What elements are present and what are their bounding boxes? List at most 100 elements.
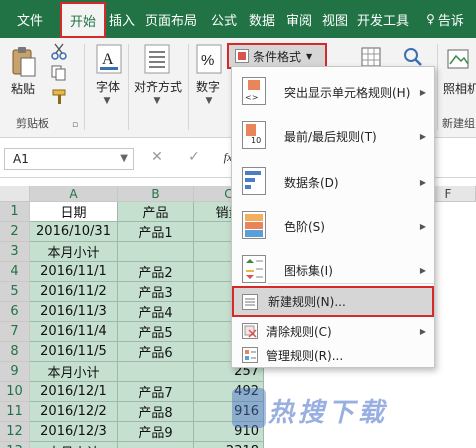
tab-file[interactable]: 文件: [0, 0, 60, 38]
menu-item-highlight-cells-rules[interactable]: <> 突出显示单元格规则(H) ▶: [232, 71, 434, 113]
cell-b[interactable]: 产品4: [118, 302, 194, 322]
cell-a[interactable]: 2016/11/4: [30, 322, 118, 342]
color-scales-icon: [242, 211, 266, 239]
tab-view[interactable]: 视图: [318, 0, 352, 38]
cell-a[interactable]: 本月小计: [30, 442, 118, 448]
cancel-icon[interactable]: ✕: [150, 149, 164, 165]
cell-a[interactable]: 本月小计: [30, 362, 118, 382]
name-box[interactable]: A1 ▼: [4, 148, 134, 170]
row-header[interactable]: 9: [0, 362, 30, 382]
row-header[interactable]: 4: [0, 262, 30, 282]
name-box-value: A1: [13, 152, 29, 166]
cell-b[interactable]: 产品9: [118, 422, 194, 442]
row-header[interactable]: 8: [0, 342, 30, 362]
font-icon[interactable]: A: [96, 44, 122, 74]
group-separator: [188, 44, 189, 130]
tab-data[interactable]: 数据: [244, 0, 280, 38]
cell-a[interactable]: 2016/11/1: [30, 262, 118, 282]
chevron-down-icon: ▼: [306, 51, 313, 61]
menu-item-new-rule[interactable]: 新建规则(N)...: [232, 286, 434, 317]
menu-item-label: 突出显示单元格规则(H): [284, 85, 411, 100]
menu-item-top-bottom-rules[interactable]: 10 最前/最后规则(T) ▶: [232, 115, 434, 157]
cell-a[interactable]: 2016/11/2: [30, 282, 118, 302]
row-header[interactable]: 7: [0, 322, 30, 342]
row-header[interactable]: 12: [0, 422, 30, 442]
cell-a[interactable]: 日期: [30, 202, 118, 222]
rank-number-glyph: 10: [251, 136, 262, 145]
submenu-arrow-icon: ▶: [419, 177, 426, 187]
cell-b[interactable]: [118, 442, 194, 448]
menu-item-icon-sets[interactable]: 图标集(I) ▶: [232, 249, 434, 291]
submenu-arrow-icon: ▶: [419, 131, 426, 141]
submenu-arrow-icon: ▶: [419, 87, 426, 97]
row-header[interactable]: 5: [0, 282, 30, 302]
menu-item-label: 新建规则(N)...: [268, 295, 346, 309]
chevron-down-icon[interactable]: ▼: [203, 96, 215, 106]
copy-icon[interactable]: [50, 64, 68, 82]
select-all-corner[interactable]: [0, 186, 30, 202]
tab-formulas[interactable]: 公式: [204, 0, 244, 38]
tab-tell-me[interactable]: ♀ 告诉: [414, 0, 476, 38]
svg-text:%: %: [201, 52, 214, 69]
menu-item-label: 清除规则(C): [266, 324, 332, 339]
row-header[interactable]: 10: [0, 382, 30, 402]
cut-icon[interactable]: [50, 42, 68, 60]
chevron-down-icon[interactable]: ▼: [120, 149, 128, 169]
cells-icon[interactable]: [360, 46, 382, 68]
cell-b[interactable]: 产品7: [118, 382, 194, 402]
cell-a[interactable]: 2016/12/1: [30, 382, 118, 402]
cell-b[interactable]: 产品: [118, 202, 194, 222]
tab-page-layout[interactable]: 页面布局: [138, 0, 204, 38]
tab-developer[interactable]: 开发工具: [352, 0, 414, 38]
column-header-b[interactable]: B: [118, 186, 194, 202]
camera-icon[interactable]: [446, 46, 470, 72]
cell-b[interactable]: 产品8: [118, 402, 194, 422]
cell-b[interactable]: [118, 362, 194, 382]
cell-b[interactable]: 产品5: [118, 322, 194, 342]
chevron-down-icon[interactable]: ▼: [101, 96, 113, 106]
menu-item-color-scales[interactable]: 色阶(S) ▶: [232, 205, 434, 247]
cell-a[interactable]: 2016/11/3: [30, 302, 118, 322]
row-header[interactable]: 3: [0, 242, 30, 262]
enter-icon[interactable]: ✓: [187, 149, 201, 165]
font-label: 字体: [96, 80, 121, 94]
chevron-down-icon[interactable]: ▼: [151, 96, 163, 106]
compare-glyph: <>: [245, 93, 259, 102]
watermark: 热搜下载: [268, 398, 389, 428]
row-header[interactable]: 2: [0, 222, 30, 242]
row-header[interactable]: 1: [0, 202, 30, 222]
alignment-icon[interactable]: [144, 44, 170, 74]
menu-item-manage-rules[interactable]: 管理规则(R)...: [232, 343, 434, 367]
paste-icon[interactable]: [10, 46, 38, 78]
tab-insert[interactable]: 插入: [106, 0, 138, 38]
new-group-label: 新建组: [442, 117, 475, 130]
cell-a[interactable]: 2016/12/3: [30, 422, 118, 442]
clear-rules-icon: [242, 323, 258, 339]
submenu-arrow-icon: ▶: [419, 326, 426, 336]
cell-b[interactable]: 产品3: [118, 282, 194, 302]
cell-b[interactable]: 产品2: [118, 262, 194, 282]
highlight-cells-icon: <>: [242, 77, 266, 105]
format-painter-icon[interactable]: [50, 88, 68, 106]
menu-item-data-bars[interactable]: 数据条(D) ▶: [232, 161, 434, 203]
column-header-a[interactable]: A: [30, 186, 118, 202]
row-header[interactable]: 11: [0, 402, 30, 422]
row-header[interactable]: 6: [0, 302, 30, 322]
find-icon[interactable]: [402, 46, 424, 68]
cell-b[interactable]: 产品6: [118, 342, 194, 362]
excel-window: 文件 开始 插入 页面布局 公式 数据 审阅 视图 开发工具 ♀ 告诉 粘贴 剪贴…: [0, 0, 476, 448]
cell-b[interactable]: [118, 242, 194, 262]
scale-swatch: [245, 214, 263, 221]
dialog-launcher-icon[interactable]: ▫: [70, 120, 80, 130]
tab-home[interactable]: 开始: [60, 2, 106, 38]
cell-a[interactable]: 本月小计: [30, 242, 118, 262]
percent-icon[interactable]: %: [196, 44, 222, 74]
cell-a[interactable]: 2016/12/2: [30, 402, 118, 422]
menu-item-clear-rules[interactable]: 清除规则(C) ▶: [232, 319, 434, 343]
cell-c[interactable]: 2318: [194, 442, 264, 448]
tab-review[interactable]: 审阅: [280, 0, 318, 38]
cell-a[interactable]: 2016/10/31: [30, 222, 118, 242]
row-header[interactable]: 13: [0, 442, 30, 448]
cell-a[interactable]: 2016/11/5: [30, 342, 118, 362]
cell-b[interactable]: 产品1: [118, 222, 194, 242]
